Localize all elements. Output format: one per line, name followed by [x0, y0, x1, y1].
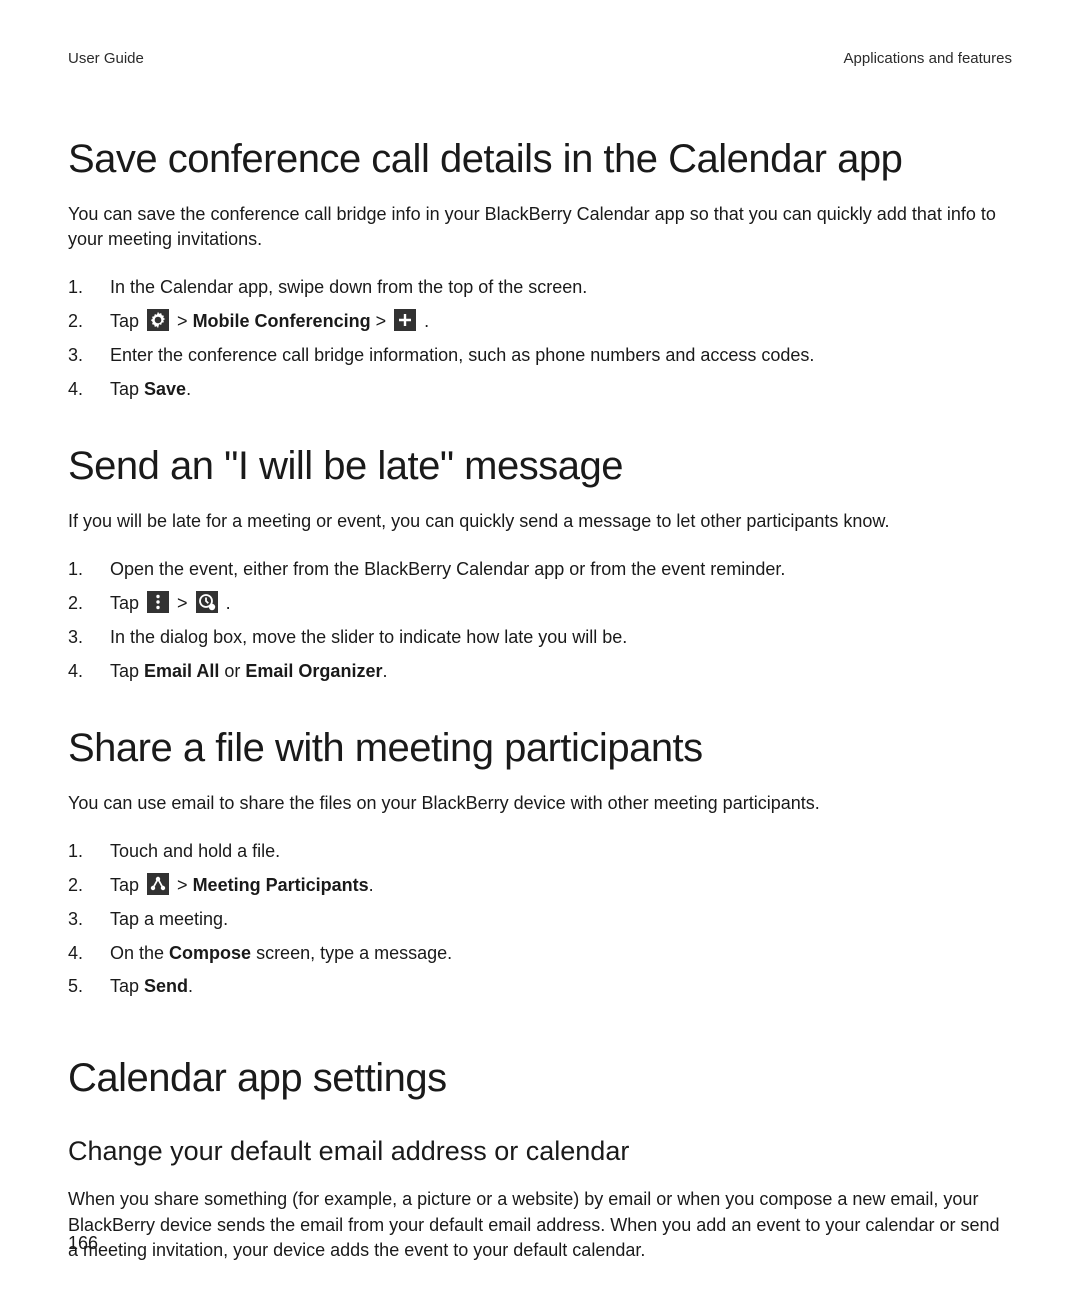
step-item: In the Calendar app, swipe down from the…: [68, 274, 1012, 302]
section-title-late-message: Send an "I will be late" message: [68, 444, 1012, 489]
section-intro: You can save the conference call bridge …: [68, 202, 1012, 252]
page-number: 166: [68, 1233, 98, 1254]
step-item: Tap > .: [68, 590, 1012, 618]
section-body: When you share something (for example, a…: [68, 1187, 1012, 1263]
subsection-title-change-default: Change your default email address or cal…: [68, 1136, 1012, 1167]
step-item: Tap Save.: [68, 376, 1012, 404]
step-item: Tap Send.: [68, 973, 1012, 1001]
mobile-conferencing-label: Mobile Conferencing: [193, 311, 371, 331]
save-label: Save: [144, 379, 186, 399]
step-item: Tap > Mobile Conferencing > .: [68, 308, 1012, 336]
email-all-label: Email All: [144, 661, 219, 681]
gear-icon: [147, 309, 169, 331]
section-title-calendar-settings: Calendar app settings: [68, 1056, 1012, 1101]
email-organizer-label: Email Organizer: [245, 661, 382, 681]
step-item: Tap > Meeting Participants.: [68, 872, 1012, 900]
section-intro: You can use email to share the files on …: [68, 791, 1012, 816]
steps-list: In the Calendar app, swipe down from the…: [68, 274, 1012, 404]
steps-list: Touch and hold a file. Tap > Meeting Par…: [68, 838, 1012, 1001]
clock-late-icon: [196, 591, 218, 613]
compose-label: Compose: [169, 943, 251, 963]
section-title-save-conference: Save conference call details in the Cale…: [68, 137, 1012, 182]
step-item: Tap Email All or Email Organizer.: [68, 658, 1012, 686]
step-item: Open the event, either from the BlackBer…: [68, 556, 1012, 584]
step-item: Touch and hold a file.: [68, 838, 1012, 866]
step-item: Enter the conference call bridge informa…: [68, 342, 1012, 370]
more-icon: [147, 591, 169, 613]
send-label: Send: [144, 976, 188, 996]
step-item: Tap a meeting.: [68, 906, 1012, 934]
share-icon: [147, 873, 169, 895]
step-item: In the dialog box, move the slider to in…: [68, 624, 1012, 652]
page-header: User Guide Applications and features: [68, 50, 1012, 67]
header-left: User Guide: [68, 50, 144, 67]
steps-list: Open the event, either from the BlackBer…: [68, 556, 1012, 686]
meeting-participants-label: Meeting Participants: [193, 875, 369, 895]
header-right: Applications and features: [844, 50, 1012, 67]
plus-icon: [394, 309, 416, 331]
step-item: On the Compose screen, type a message.: [68, 940, 1012, 968]
section-intro: If you will be late for a meeting or eve…: [68, 509, 1012, 534]
section-title-share-file: Share a file with meeting participants: [68, 726, 1012, 771]
